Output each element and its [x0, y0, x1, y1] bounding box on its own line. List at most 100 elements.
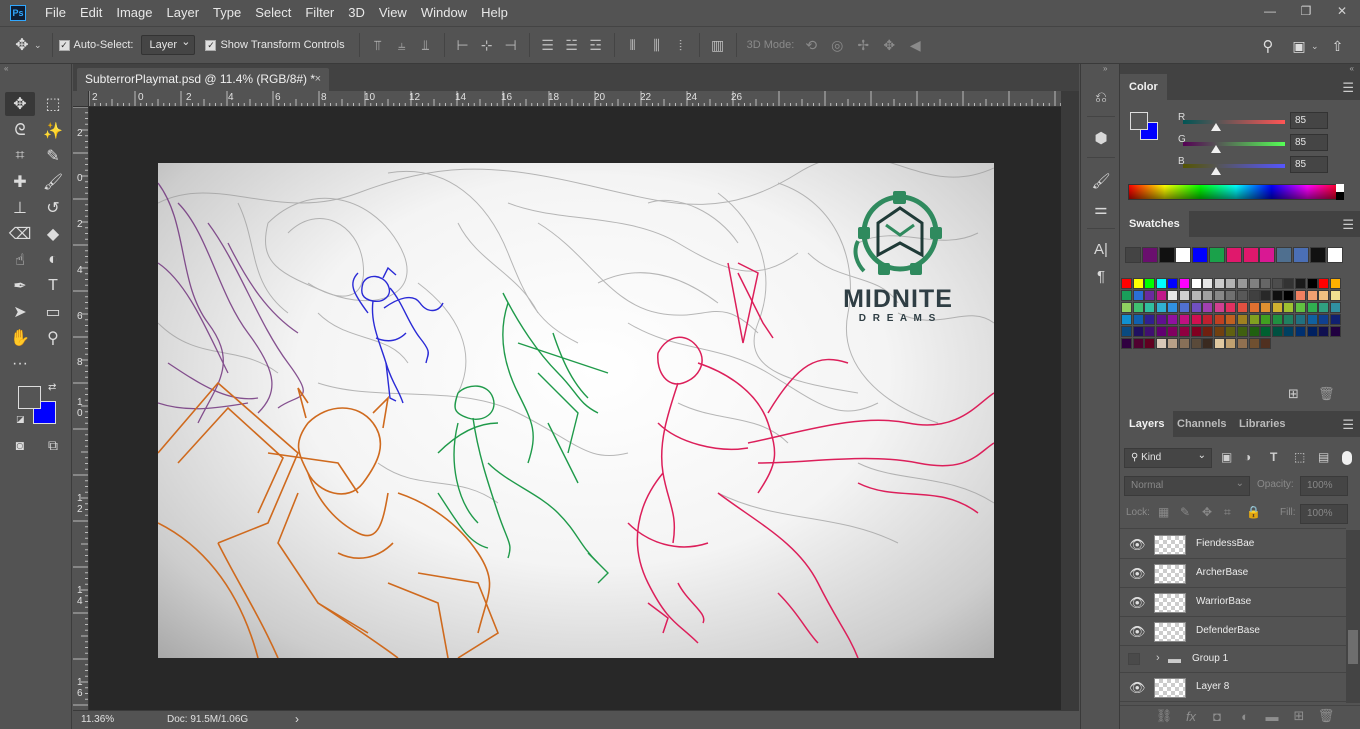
- swatch-chip[interactable]: [1132, 314, 1144, 325]
- recent-swatch[interactable]: [1259, 247, 1276, 263]
- recent-swatch[interactable]: [1125, 247, 1141, 263]
- swatch-chip[interactable]: [1271, 326, 1283, 337]
- swatch-chip[interactable]: [1225, 290, 1237, 301]
- filter-toggle-icon[interactable]: [1342, 451, 1352, 465]
- green-slider-thumb[interactable]: [1211, 145, 1221, 153]
- swatch-chip[interactable]: [1329, 314, 1341, 325]
- lasso-tool-icon[interactable]: ᘓ: [5, 119, 35, 143]
- swatch-chip[interactable]: [1318, 314, 1330, 325]
- distribute-vcenter-icon[interactable]: ☱: [561, 34, 583, 56]
- magic-wand-tool-icon[interactable]: ✨: [38, 119, 68, 143]
- swatch-chip[interactable]: [1213, 278, 1225, 289]
- lock-image-icon[interactable]: ✎: [1180, 505, 1190, 519]
- swatch-chip[interactable]: [1155, 302, 1167, 313]
- blue-slider[interactable]: B 85: [1178, 156, 1350, 176]
- dock-collapse-icon[interactable]: »: [1103, 64, 1107, 73]
- filter-pixel-icon[interactable]: ▣: [1221, 450, 1232, 464]
- preset-dropdown-icon[interactable]: ⌄: [34, 40, 42, 51]
- lock-all-icon[interactable]: 🔒: [1246, 505, 1261, 519]
- swatch-chip[interactable]: [1167, 302, 1179, 313]
- swatch-chip[interactable]: [1190, 326, 1202, 337]
- swatch-chip[interactable]: [1225, 326, 1237, 337]
- swatch-chip[interactable]: [1121, 302, 1132, 313]
- swatch-chip[interactable]: [1190, 302, 1202, 313]
- swatch-chip[interactable]: [1202, 302, 1214, 313]
- 3d-panel-icon[interactable]: ⬢: [1090, 127, 1112, 149]
- recent-swatch[interactable]: [1158, 247, 1175, 263]
- swatch-chip[interactable]: [1167, 314, 1179, 325]
- swatch-chip[interactable]: [1237, 302, 1248, 313]
- adjustments-panel-icon[interactable]: ⚌: [1090, 198, 1112, 220]
- swatch-chip[interactable]: [1283, 326, 1295, 337]
- swatch-chip[interactable]: [1144, 302, 1156, 313]
- show-transform-checkbox[interactable]: ✓: [205, 39, 217, 51]
- layer-row[interactable]: 👁 FiendessBae: [1120, 531, 1346, 559]
- swatch-chip[interactable]: [1155, 278, 1167, 289]
- blue-slider-thumb[interactable]: [1211, 167, 1221, 175]
- swatch-chip[interactable]: [1144, 314, 1156, 325]
- eyedropper-tool-icon[interactable]: ✎: [38, 144, 68, 168]
- swatch-chip[interactable]: [1271, 314, 1283, 325]
- swatch-chip[interactable]: [1179, 278, 1190, 289]
- swatches-panel-menu-icon[interactable]: ☰: [1342, 217, 1354, 233]
- swatch-chip[interactable]: [1318, 290, 1330, 301]
- swatch-chip[interactable]: [1260, 290, 1272, 301]
- swatch-chip[interactable]: [1295, 302, 1306, 313]
- layers-scrollbar[interactable]: [1346, 530, 1360, 703]
- menu-select[interactable]: Select: [248, 0, 298, 26]
- swatch-chip[interactable]: [1132, 290, 1144, 301]
- visibility-eye-icon[interactable]: 👁: [1129, 537, 1146, 553]
- color-spectrum-ramp[interactable]: [1128, 184, 1344, 200]
- history-panel-icon[interactable]: ⎌: [1090, 86, 1112, 108]
- zoom-tool-icon[interactable]: ⚲: [38, 326, 68, 350]
- filter-shape-icon[interactable]: ⬚: [1294, 450, 1305, 464]
- path-selection-tool-icon[interactable]: ➤: [5, 300, 35, 324]
- tools-collapse-icon[interactable]: «: [0, 64, 71, 74]
- swatch-chip[interactable]: [1202, 314, 1214, 325]
- menu-file[interactable]: File: [38, 0, 73, 26]
- panels-collapse-icon[interactable]: «: [1350, 64, 1354, 73]
- align-vcenter-icon[interactable]: ⫨: [391, 34, 413, 56]
- 3d-scale-icon[interactable]: ◀: [902, 34, 928, 56]
- lock-position-icon[interactable]: ✥: [1202, 505, 1212, 519]
- swatch-chip[interactable]: [1271, 278, 1283, 289]
- swatch-chip[interactable]: [1237, 338, 1248, 349]
- swatch-chip[interactable]: [1318, 326, 1330, 337]
- red-slider[interactable]: R 85: [1178, 112, 1350, 132]
- swatch-chip[interactable]: [1179, 326, 1190, 337]
- clone-stamp-tool-icon[interactable]: ⊥: [5, 196, 35, 220]
- menu-image[interactable]: Image: [109, 0, 159, 26]
- swatch-chip[interactable]: [1167, 290, 1179, 301]
- eraser-tool-icon[interactable]: ⌫: [5, 222, 35, 246]
- swatch-chip[interactable]: [1121, 314, 1132, 325]
- recent-swatch[interactable]: [1276, 247, 1293, 263]
- visibility-eye-icon[interactable]: 👁: [1129, 624, 1146, 640]
- auto-select-target-dropdown[interactable]: Layer: [141, 33, 196, 55]
- menu-view[interactable]: View: [372, 0, 414, 26]
- type-tool-icon[interactable]: T: [38, 274, 68, 298]
- 3d-roll-icon[interactable]: ◎: [824, 34, 850, 56]
- swatch-chip[interactable]: [1306, 326, 1318, 337]
- layer-filter-kind-dropdown[interactable]: ⚲ Kind ⌄: [1124, 448, 1212, 468]
- recent-swatch[interactable]: [1192, 247, 1209, 263]
- swatch-chip[interactable]: [1283, 302, 1295, 313]
- swatch-chip[interactable]: [1167, 326, 1179, 337]
- swatch-chip[interactable]: [1260, 278, 1272, 289]
- zoom-level-field[interactable]: 11.36%: [81, 714, 114, 725]
- swatch-chip[interactable]: [1306, 278, 1318, 289]
- group-expand-chevron-icon[interactable]: ›: [1156, 652, 1160, 664]
- layers-scrollbar-thumb[interactable]: [1348, 630, 1358, 664]
- swatch-chip[interactable]: [1213, 290, 1225, 301]
- 3d-slide-icon[interactable]: ✥: [876, 34, 902, 56]
- lock-artboard-icon[interactable]: ⌗: [1224, 505, 1231, 520]
- swatch-chip[interactable]: [1202, 326, 1214, 337]
- brush-panel-icon[interactable]: 🖌: [1090, 170, 1112, 192]
- swatch-chip[interactable]: [1179, 338, 1190, 349]
- swatch-chip[interactable]: [1329, 290, 1341, 301]
- swatch-chip[interactable]: [1213, 326, 1225, 337]
- share-icon[interactable]: ⇧: [1327, 35, 1349, 57]
- recent-swatch[interactable]: [1209, 247, 1225, 263]
- swatch-chip[interactable]: [1329, 326, 1341, 337]
- delete-swatch-icon[interactable]: 🗑: [1318, 386, 1335, 402]
- green-value-field[interactable]: 85: [1290, 134, 1328, 151]
